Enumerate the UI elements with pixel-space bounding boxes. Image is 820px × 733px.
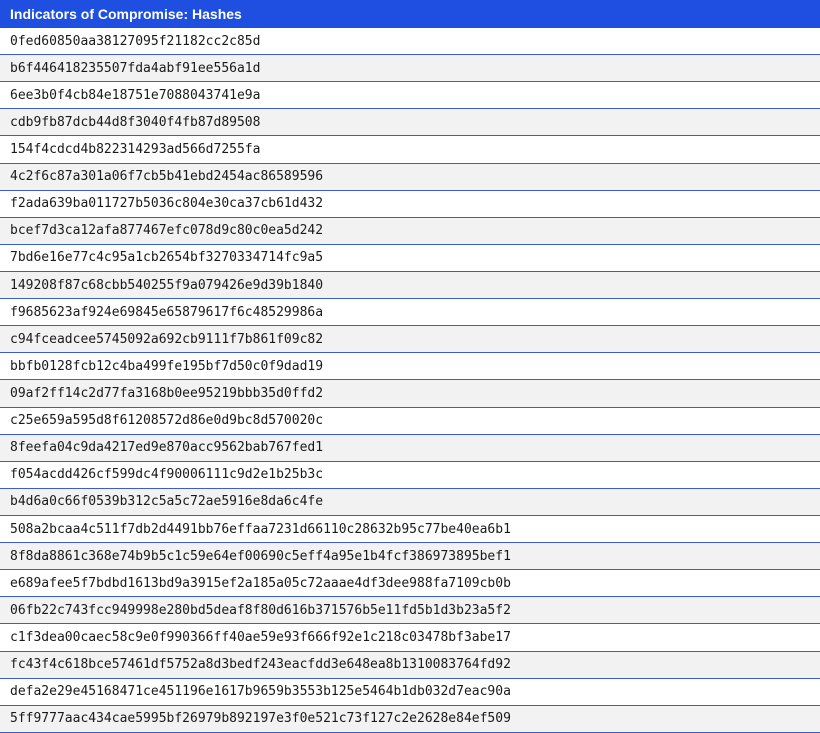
hash-row: 4c2f6c87a301a06f7cb5b41ebd2454ac86589596 xyxy=(0,163,820,191)
hash-row: 6ee3b0f4cb84e18751e7088043741e9a xyxy=(0,82,820,110)
hash-row: cdb9fb87dcb44d8f3040f4fb87d89508 xyxy=(0,109,820,137)
hash-list: 0fed60850aa38127095f21182cc2c85d b6f44641… xyxy=(0,28,820,733)
hash-row: c94fceadcee5745092a692cb9111f7b861f09c82 xyxy=(0,326,820,354)
hash-row: 06fb22c743fcc949998e280bd5deaf8f80d616b3… xyxy=(0,597,820,625)
hash-row: b4d6a0c66f0539b312c5a5c72ae5916e8da6c4fe xyxy=(0,488,820,516)
hash-row: 7bd6e16e77c4c95a1cb2654bf3270334714fc9a5 xyxy=(0,244,820,272)
hash-row: b6f446418235507fda4abf91ee556a1d xyxy=(0,55,820,83)
hash-row: 8feefa04c9da4217ed9e870acc9562bab767fed1 xyxy=(0,434,820,462)
hash-row: 154f4cdcd4b822314293ad566d7255fa xyxy=(0,136,820,164)
hash-row: fc43f4c618bce57461df5752a8d3bedf243eacfd… xyxy=(0,651,820,679)
table-header-title: Indicators of Compromise: Hashes xyxy=(0,0,820,28)
hash-row: 0fed60850aa38127095f21182cc2c85d xyxy=(0,28,820,56)
hash-row: f2ada639ba011727b5036c804e30ca37cb61d432 xyxy=(0,190,820,218)
hash-row: f9685623af924e69845e65879617f6c48529986a xyxy=(0,299,820,327)
ioc-hash-table: Indicators of Compromise: Hashes 0fed608… xyxy=(0,0,820,733)
hash-row: e689afee5f7bdbd1613bd9a3915ef2a185a05c72… xyxy=(0,570,820,598)
hash-row: 5ff9777aac434cae5995bf26979b892197e3f0e5… xyxy=(0,705,820,733)
hash-row: 508a2bcaa4c511f7db2d4491bb76effaa7231d66… xyxy=(0,515,820,544)
hash-row: f054acdd426cf599dc4f90006111c9d2e1b25b3c xyxy=(0,461,820,489)
hash-row: bbfb0128fcb12c4ba499fe195bf7d50c0f9dad19 xyxy=(0,353,820,381)
hash-row: 09af2ff14c2d77fa3168b0ee95219bbb35d0ffd2 xyxy=(0,380,820,408)
hash-row: defa2e29e45168471ce451196e1617b9659b3553… xyxy=(0,678,820,706)
hash-row: c25e659a595d8f61208572d86e0d9bc8d570020c xyxy=(0,407,820,435)
hash-row: c1f3dea00caec58c9e0f990366ff40ae59e93f66… xyxy=(0,624,820,652)
hash-row: 149208f87c68cbb540255f9a079426e9d39b1840 xyxy=(0,271,820,300)
hash-row: bcef7d3ca12afa877467efc078d9c80c0ea5d242 xyxy=(0,217,820,245)
hash-row: 8f8da8861c368e74b9b5c1c59e64ef00690c5eff… xyxy=(0,543,820,571)
